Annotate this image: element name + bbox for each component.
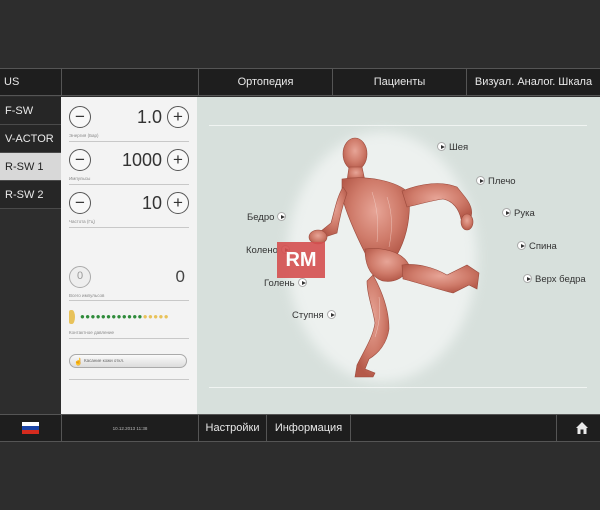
bottom-blank — [350, 415, 556, 442]
body-part-hip[interactable]: Бедро — [247, 212, 289, 223]
brand-logo: RM — [277, 242, 325, 278]
divider — [69, 300, 189, 301]
play-icon — [517, 241, 526, 250]
play-icon — [437, 142, 446, 151]
play-icon — [476, 176, 485, 185]
frequency-increase-button[interactable]: + — [167, 192, 189, 214]
energy-control: − 1.0 + — [69, 105, 189, 131]
top-nav-bar: US Ортопедия Пациенты Визуал. Аналог. Шк… — [0, 68, 600, 96]
play-icon — [297, 278, 307, 287]
control-panel: − 1.0 + Энергия (Бар) − 1000 + Импульсы … — [61, 97, 197, 414]
divider — [69, 141, 189, 142]
frequency-label: Частота (Гц) — [69, 219, 95, 224]
body-part-back[interactable]: Спина — [514, 241, 557, 252]
tab-orthopedics[interactable]: Ортопедия — [198, 69, 332, 96]
pressure-dots: ●●●●●●●●●●●●●●●●● — [80, 312, 169, 321]
skin-touch-label: Касание кожи откл. — [84, 358, 125, 363]
play-icon — [523, 274, 532, 283]
tab-us[interactable]: US — [0, 69, 61, 96]
energy-increase-button[interactable]: + — [167, 106, 189, 128]
bottom-bar: 10.12.2013 11:38 Настройки Информация — [0, 414, 600, 442]
play-icon — [502, 208, 511, 217]
russia-flag-icon — [22, 422, 39, 434]
play-icon — [277, 212, 287, 221]
home-button[interactable] — [556, 415, 600, 442]
skin-touch-button[interactable]: ☝ Касание кожи откл. — [69, 354, 187, 368]
mode-item-rsw2[interactable]: R-SW 2 — [0, 181, 61, 209]
contact-pressure-indicator: ●●●●●●●●●●●●●●●●● — [69, 310, 189, 324]
tab-vas[interactable]: Визуал. Аналог. Шкала — [466, 69, 600, 96]
pulses-value: 1000 — [121, 150, 162, 170]
body-part-upper-thigh[interactable]: Верх бедра — [520, 274, 586, 285]
body-map: Шея Плечо Рука Спина Верх бедра Бедро Ко… — [197, 97, 600, 414]
tab-patients[interactable]: Пациенты — [332, 69, 466, 96]
frequency-value: 10 — [141, 193, 162, 213]
body-part-arm[interactable]: Рука — [499, 208, 535, 219]
energy-label: Энергия (Бар) — [69, 133, 99, 138]
mode-item-fsw[interactable]: F-SW — [0, 97, 61, 125]
pulses-control: − 1000 + — [69, 148, 189, 174]
language-selector[interactable] — [0, 415, 61, 442]
frequency-control: − 10 + — [69, 191, 189, 217]
pulses-increase-button[interactable]: + — [167, 149, 189, 171]
mode-item-rsw1[interactable]: R-SW 1 — [0, 153, 61, 181]
pressure-cone-icon — [69, 310, 75, 324]
left-menu-fill — [0, 209, 61, 414]
contact-pressure-label: Контактное давление — [69, 330, 114, 335]
divider — [69, 227, 189, 228]
total-pulses-label: Всего импульсов — [69, 293, 105, 298]
mode-item-vactor[interactable]: V-ACTOR — [0, 125, 61, 153]
energy-decrease-button[interactable]: − — [69, 106, 91, 128]
divider — [69, 379, 189, 380]
body-part-neck[interactable]: Шея — [434, 142, 468, 153]
settings-button[interactable]: Настройки — [198, 415, 266, 442]
pulses-label: Импульсы — [69, 176, 91, 181]
divider — [69, 338, 189, 339]
body-part-foot[interactable]: Ступня — [292, 310, 339, 321]
reset-counter-button[interactable]: 0 — [69, 266, 91, 288]
home-icon — [576, 422, 588, 434]
total-pulses-value: 0 — [175, 267, 185, 286]
app-screen: US Ортопедия Пациенты Визуал. Аналог. Шк… — [0, 0, 600, 510]
mode-menu: F-SW V-ACTOR R-SW 1 R-SW 2 — [0, 97, 61, 209]
body-part-shoulder[interactable]: Плечо — [473, 176, 516, 187]
tab-blank — [61, 69, 198, 96]
play-icon — [326, 310, 336, 319]
info-button[interactable]: Информация — [266, 415, 350, 442]
energy-value: 1.0 — [136, 107, 162, 127]
hand-icon: ☝ — [74, 359, 83, 366]
divider — [69, 184, 189, 185]
datetime-display: 10.12.2013 11:38 — [61, 415, 198, 442]
pulses-decrease-button[interactable]: − — [69, 149, 91, 171]
frequency-decrease-button[interactable]: − — [69, 192, 91, 214]
body-part-shin[interactable]: Голень — [264, 278, 310, 289]
